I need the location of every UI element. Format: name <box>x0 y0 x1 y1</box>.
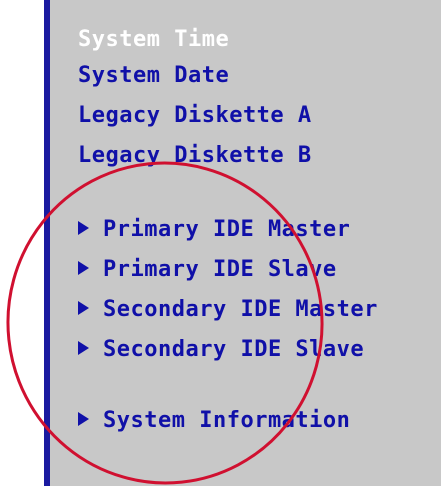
submenu-primary-ide-master[interactable]: Primary IDE Master <box>78 217 350 243</box>
right-triangle-icon <box>78 261 89 275</box>
submenu-label: Secondary IDE Slave <box>103 337 365 362</box>
menu-item-system-time[interactable]: System Time <box>78 27 229 53</box>
panel-left-border <box>44 0 50 486</box>
menu-item-legacy-diskette-a[interactable]: Legacy Diskette A <box>78 103 312 129</box>
menu-item-system-date[interactable]: System Date <box>78 63 229 89</box>
right-triangle-icon <box>78 412 89 426</box>
submenu-system-information[interactable]: System Information <box>78 408 350 434</box>
submenu-label: Primary IDE Slave <box>103 257 337 282</box>
submenu-primary-ide-slave[interactable]: Primary IDE Slave <box>78 257 337 283</box>
submenu-label: Primary IDE Master <box>103 217 351 242</box>
right-triangle-icon <box>78 341 89 355</box>
menu-item-legacy-diskette-b[interactable]: Legacy Diskette B <box>78 143 312 169</box>
submenu-secondary-ide-slave[interactable]: Secondary IDE Slave <box>78 337 364 363</box>
submenu-secondary-ide-master[interactable]: Secondary IDE Master <box>78 297 378 323</box>
bios-setup-screen: System Time System Date Legacy Diskette … <box>0 0 441 486</box>
right-triangle-icon <box>78 301 89 315</box>
submenu-label: System Information <box>103 408 351 433</box>
submenu-label: Secondary IDE Master <box>103 297 378 322</box>
right-triangle-icon <box>78 221 89 235</box>
